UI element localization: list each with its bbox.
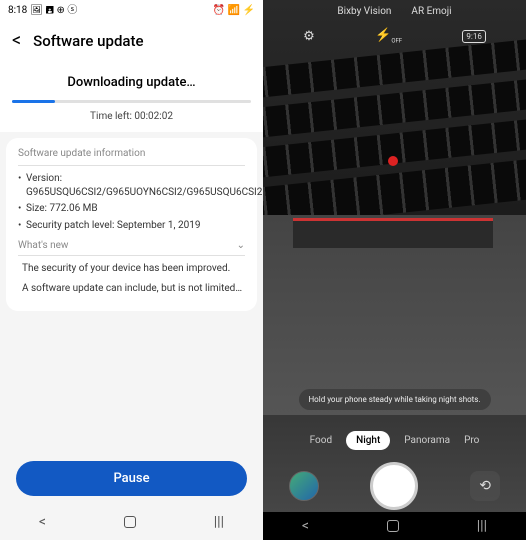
nav-bar: < ||| [263, 512, 526, 540]
status-icons-left: 🖼 🖪 ⊕ ⓢ [30, 1, 77, 20]
gallery-thumbnail[interactable] [289, 471, 319, 501]
mode-pro[interactable]: Pro [464, 435, 479, 446]
nav-home-icon[interactable] [124, 516, 136, 528]
version-line: Version: G965USQU6CSI2/G965UOYN6CSI2/G96… [18, 172, 245, 199]
settings-icon[interactable]: ⚙ [303, 29, 315, 44]
software-update-screen: 8:18 🖼 🖪 ⊕ ⓢ ⏰ 📶 ⚡ < Software update Dow… [0, 0, 263, 540]
toast-message: Hold your phone steady while taking nigh… [298, 389, 490, 410]
mode-food[interactable]: Food [310, 435, 332, 446]
nav-back-icon[interactable]: < [39, 514, 46, 530]
size-line: Size: 772.06 MB [18, 202, 245, 216]
progress-bar [12, 100, 251, 103]
header: < Software update [0, 20, 263, 61]
whatsnew-header[interactable]: What's new ⌄ [18, 240, 245, 251]
info-section-header: Software update information [18, 148, 245, 159]
tab-bixby-vision[interactable]: Bixby Vision [337, 6, 391, 17]
page-title: Software update [33, 32, 143, 50]
viewfinder-content [388, 156, 398, 166]
mode-strip[interactable]: Food Night Panorama Pro [263, 431, 526, 450]
camera-screen: Bixby Vision AR Emoji ⚙ ⚡OFF 9:16 Hold y… [263, 0, 526, 540]
flash-icon[interactable]: ⚡OFF [375, 28, 402, 45]
shutter-button[interactable] [370, 462, 418, 510]
shutter-row: ⟲ [263, 462, 526, 510]
whatsnew-label: What's new [18, 240, 68, 251]
nav-bar: < ||| [0, 504, 263, 540]
progress-fill [12, 100, 55, 103]
mode-panorama[interactable]: Panorama [404, 435, 450, 446]
status-icons-right: ⏰ 📶 ⚡ [213, 5, 255, 16]
aspect-ratio-button[interactable]: 9:16 [462, 30, 485, 43]
back-icon[interactable]: < [12, 30, 21, 51]
patch-line: Security patch level: September 1, 2019 [18, 219, 245, 233]
status-time: 8:18 [8, 5, 27, 16]
chevron-down-icon: ⌄ [237, 240, 245, 251]
camera-top-tabs: Bixby Vision AR Emoji [263, 6, 526, 17]
switch-camera-icon: ⟲ [479, 478, 491, 494]
tab-ar-emoji[interactable]: AR Emoji [411, 6, 451, 17]
info-card: Software update information Version: G96… [6, 138, 257, 311]
pause-button[interactable]: Pause [16, 461, 247, 496]
download-title: Downloading update… [12, 75, 251, 90]
download-section: Downloading update… Time left: 00:02:02 [0, 61, 263, 132]
camera-viewfinder[interactable]: Bixby Vision AR Emoji ⚙ ⚡OFF 9:16 Hold y… [263, 0, 526, 540]
time-left-label: Time left: 00:02:02 [12, 111, 251, 122]
mode-night[interactable]: Night [346, 431, 390, 450]
nav-home-icon[interactable] [387, 520, 399, 532]
whatsnew-line-2: A software update can include, but is no… [18, 282, 245, 296]
switch-camera-button[interactable]: ⟲ [470, 471, 500, 501]
divider [18, 255, 245, 256]
divider [18, 165, 245, 166]
viewfinder-content [293, 218, 493, 248]
nav-recents-icon[interactable]: ||| [214, 514, 224, 530]
camera-top-icons: ⚙ ⚡OFF 9:16 [263, 28, 526, 45]
whatsnew-line-1: The security of your device has been imp… [18, 262, 245, 276]
nav-recents-icon[interactable]: ||| [477, 518, 487, 534]
status-bar: 8:18 🖼 🖪 ⊕ ⓢ ⏰ 📶 ⚡ [0, 0, 263, 20]
nav-back-icon[interactable]: < [302, 518, 309, 534]
